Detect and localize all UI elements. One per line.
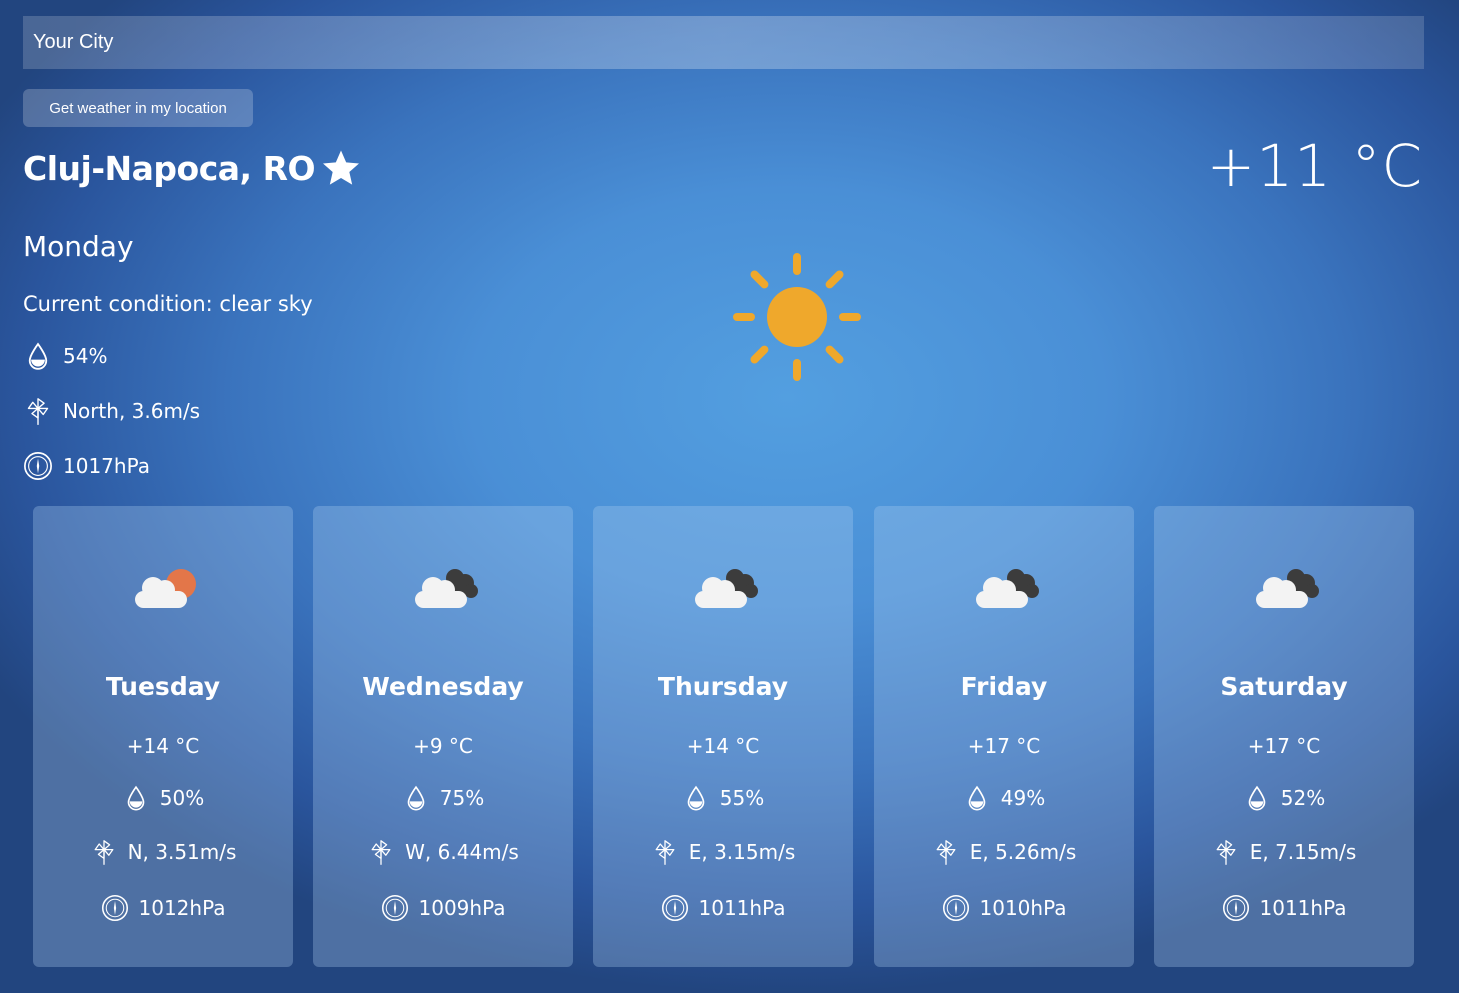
cloud-icon [689,564,759,614]
forecast-wind-row: E, 7.15m/s [1154,838,1414,866]
cloud-sun-icon [129,564,199,614]
city-name: Cluj-Napoca, RO [23,148,316,188]
cloud-icon [409,564,479,614]
forecast-pressure-value: 1009hPa [418,896,506,920]
forecast-card-friday[interactable]: Friday +17 °C 49% E, 5.26m/s 1010hPa [874,506,1134,967]
forecast-wind-row: W, 6.44m/s [313,838,573,866]
wind-pinwheel-icon [932,838,960,866]
wind-pinwheel-icon [651,838,679,866]
humidity-drop-icon [1243,784,1271,812]
humidity-drop-icon [122,784,150,812]
city-search-input[interactable] [23,16,1424,69]
forecast-humidity-value: 75% [439,786,485,810]
forecast-humidity-value: 55% [719,786,765,810]
current-pressure-value: 1017hPa [63,454,150,478]
forecast-pressure-row: 1009hPa [313,894,573,922]
forecast-cards: Tuesday +14 °C 50% N, 3.51m/s 1012hPa Wednesd… [33,506,1414,967]
forecast-pressure-value: 1012hPa [138,896,226,920]
forecast-temperature: +17 °C [1247,734,1321,758]
forecast-wind-row: N, 3.51m/s [33,838,293,866]
city-heading: Cluj-Napoca, RO [23,148,361,188]
forecast-pressure-row: 1011hPa [1154,894,1414,922]
forecast-card-wednesday[interactable]: Wednesday +9 °C 75% W, 6.44m/s 1009hPa [313,506,573,967]
cloud-icon [1250,564,1320,614]
forecast-humidity-value: 52% [1280,786,1326,810]
forecast-day: Tuesday [105,672,221,701]
barometer-icon [101,894,129,922]
forecast-humidity-value: 49% [1000,786,1046,810]
current-day: Monday [23,230,134,263]
wind-pinwheel-icon [1212,838,1240,866]
wind-pinwheel-icon [367,838,395,866]
barometer-icon [661,894,689,922]
star-icon[interactable] [321,148,361,188]
forecast-temperature: +17 °C [967,734,1041,758]
forecast-wind-value: W, 6.44m/s [405,840,519,864]
forecast-wind-row: E, 5.26m/s [874,838,1134,866]
forecast-temperature: +14 °C [126,734,200,758]
current-wind-row: North, 3.6m/s [23,396,200,426]
cloud-icon [970,564,1040,614]
forecast-day: Saturday [1220,672,1348,701]
forecast-wind-row: E, 3.15m/s [593,838,853,866]
forecast-pressure-row: 1011hPa [593,894,853,922]
barometer-icon [23,451,53,481]
forecast-card-saturday[interactable]: Saturday +17 °C 52% E, 7.15m/s 1011hPa [1154,506,1414,967]
forecast-card-tuesday[interactable]: Tuesday +14 °C 50% N, 3.51m/s 1012hPa [33,506,293,967]
current-condition: Current condition: clear sky [23,292,313,316]
barometer-icon [942,894,970,922]
forecast-card-thursday[interactable]: Thursday +14 °C 55% E, 3.15m/s 1011hPa [593,506,853,967]
forecast-day: Thursday [657,672,789,701]
forecast-temperature: +14 °C [686,734,760,758]
barometer-icon [1222,894,1250,922]
forecast-humidity-row: 55% [593,784,853,812]
wind-pinwheel-icon [90,838,118,866]
sun-icon [731,251,863,383]
forecast-wind-value: E, 3.15m/s [688,840,796,864]
humidity-drop-icon [23,341,53,371]
current-wind-value: North, 3.6m/s [63,399,201,423]
humidity-drop-icon [963,784,991,812]
current-humidity-value: 54% [63,344,108,368]
barometer-icon [381,894,409,922]
forecast-pressure-value: 1011hPa [1259,896,1347,920]
forecast-day: Friday [960,672,1048,701]
get-location-weather-button[interactable]: Get weather in my location [23,89,253,127]
forecast-humidity-row: 49% [874,784,1134,812]
forecast-wind-value: E, 5.26m/s [969,840,1077,864]
wind-pinwheel-icon [23,396,53,426]
forecast-pressure-value: 1011hPa [698,896,786,920]
forecast-humidity-row: 52% [1154,784,1414,812]
current-humidity-row: 54% [23,341,107,371]
forecast-pressure-row: 1010hPa [874,894,1134,922]
forecast-day: Wednesday [362,672,524,701]
forecast-humidity-value: 50% [159,786,205,810]
current-pressure-row: 1017hPa [23,451,150,481]
forecast-pressure-row: 1012hPa [33,894,293,922]
forecast-wind-value: N, 3.51m/s [127,840,237,864]
humidity-drop-icon [402,784,430,812]
forecast-humidity-row: 50% [33,784,293,812]
forecast-pressure-value: 1010hPa [979,896,1067,920]
humidity-drop-icon [682,784,710,812]
current-temperature: +11 °C [1206,132,1423,200]
forecast-humidity-row: 75% [313,784,573,812]
forecast-temperature: +9 °C [413,734,473,758]
forecast-wind-value: E, 7.15m/s [1249,840,1357,864]
